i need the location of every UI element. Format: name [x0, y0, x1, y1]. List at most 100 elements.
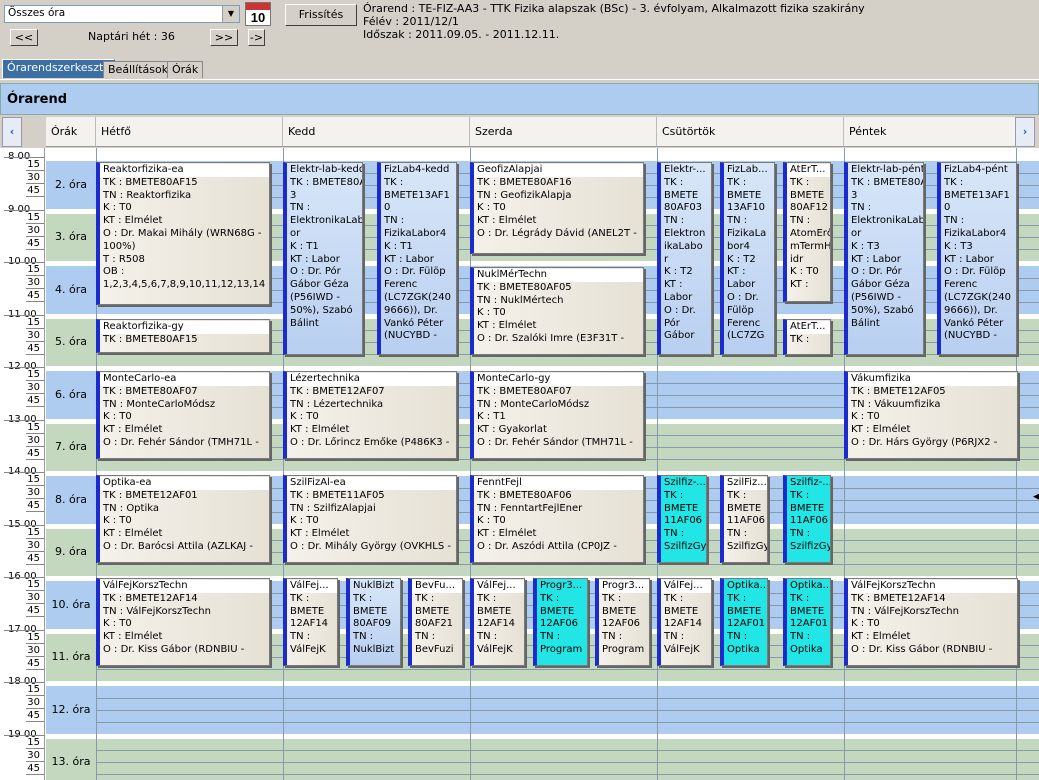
course-event[interactable]: Progr3... TK : BMETE 12AF06 TN : Program: [533, 578, 588, 666]
course-event[interactable]: BevFu... TK : BMETE 80AF21 TN : BevFuzi: [408, 578, 463, 666]
current-week-button[interactable]: ->: [248, 29, 265, 46]
course-event[interactable]: Elektr-lab-péntTK : BMETE80AF03TN :Elekt…: [844, 162, 924, 355]
course-title: VálFej...: [661, 580, 711, 593]
course-detail: BMETE: [790, 605, 825, 617]
course-detail: TN :: [790, 528, 811, 540]
hours-filter-select[interactable]: Összes óra ▼: [4, 5, 240, 23]
course-event[interactable]: Szilfiz-... TK : BMETE 11AF06 TN : SzilfizGy: [657, 475, 707, 563]
course-detail: TK :: [415, 592, 435, 604]
course-detail: Labor: [664, 291, 693, 303]
course-event[interactable]: VálFejKorszTechn TK : BMETE12AF14 TN : Vál…: [844, 578, 1018, 666]
tab-timetable-editor[interactable]: Órarendszerkesztő: [2, 59, 116, 78]
course-title: Szilfiz-...: [790, 477, 831, 488]
course-event[interactable]: SzilFiz... TK : BMETE 11AF06 TN : SzilfizGy: [720, 475, 768, 563]
tab-settings[interactable]: Beállítások: [103, 61, 174, 78]
tab-hours[interactable]: Órák: [167, 61, 204, 78]
course-detail: O : Dr. Lőrincz Emőke (P486K3 -: [290, 436, 450, 448]
course-event[interactable]: Progr3... TK : BMETE 12AF06 TN : Program: [595, 578, 650, 666]
chevron-down-icon[interactable]: ▼: [222, 6, 239, 22]
course-title: SzilFizAl-ea: [287, 477, 456, 490]
course-title: Progr3...: [540, 580, 583, 591]
course-event[interactable]: Optika-ea TK : BMETE12AF01 TN : Optika K : …: [96, 475, 270, 563]
course-event[interactable]: Optika... TK : BMETE 12AF01 TN : Optika: [783, 578, 831, 666]
course-detail: Bálint: [290, 317, 319, 329]
course-detail: O : Dr. Légrády Dávid (ANEL2T -: [477, 227, 637, 239]
page-title: Órarend: [0, 83, 1039, 115]
course-detail: TK :: [664, 489, 684, 501]
course-event[interactable]: VálFej... TK : BMETE 12AF14 TN : VálFejK: [657, 578, 712, 666]
course-event[interactable]: Lézertechnika TK : BMETE12AF07 TN : Lézert…: [283, 371, 457, 459]
course-event[interactable]: NuklMérTechn TK : BMETE80AF05 TN : NuklMér…: [470, 267, 644, 355]
course-event[interactable]: Reaktorfizika-gy TK : BMETE80AF15: [96, 319, 270, 353]
course-detail: O : Dr. Szalóki Imre (E3F31T -: [477, 332, 625, 344]
course-event[interactable]: MonteCarlo-ea TK : BMETE80AF07 TN : MonteC…: [96, 371, 270, 459]
course-detail: TN :: [353, 631, 374, 643]
course-event[interactable]: FizLab4-kedd TK : BMETE13AF1 0 TN : FizikaLab…: [377, 162, 457, 355]
course-detail: K : T0: [851, 411, 880, 423]
course-detail: K : T0: [790, 266, 819, 278]
course-event[interactable]: FizLab4-pént TK : BMETE13AF1 0 TN : FizikaLab…: [937, 162, 1017, 355]
course-event[interactable]: Vákumfizika TK : BMETE12AF05 TN : Vákuumfi…: [844, 371, 1018, 459]
course-event[interactable]: FizLab... TK : BMETE 13AF10 TN : FizikaLa bor4…: [720, 162, 775, 355]
course-event[interactable]: SzilFizAl-ea TK : BMETE11AF05 TN : Szilfiz…: [283, 475, 457, 563]
course-event[interactable]: VálFejKorszTechn TK : BMETE12AF14 TN : Vál…: [96, 578, 270, 666]
course-detail: Gábor Géza: [290, 279, 349, 291]
ora-label: 11. óra: [51, 650, 91, 664]
course-detail: 3: [290, 189, 297, 201]
course-detail: 12AF01: [727, 618, 766, 630]
header-wednesday: Szerda: [470, 117, 657, 147]
scroll-right-icon[interactable]: ›: [1015, 117, 1035, 147]
course-detail: TN : Vákuumfizika: [851, 398, 941, 410]
course-event[interactable]: FenntFejl TK : BMETE80AF06 TN : FenntartFe…: [470, 475, 644, 563]
ora-label: 4. óra: [55, 282, 87, 296]
course-detail: bor4: [727, 240, 750, 252]
course-detail: BMETE: [602, 605, 637, 617]
course-detail: KT : Elmélet: [290, 424, 350, 436]
course-event[interactable]: NuklBizt TK : BMETE 80AF09 TN : NuklBizt: [346, 578, 401, 666]
course-detail: TN : GeofizikAlapja: [477, 189, 572, 201]
scroll-left-icon[interactable]: ‹: [2, 117, 22, 147]
course-detail: O : Dr. Fehér Sándor (TMH71L -: [103, 436, 259, 448]
course-detail: BMETE: [790, 189, 825, 201]
course-detail: FizikaLabor4: [944, 227, 1007, 239]
next-week-button[interactable]: >>: [210, 29, 238, 46]
course-detail: 3: [851, 189, 858, 201]
ora-label: 5. óra: [55, 335, 87, 349]
course-detail: TN :: [664, 528, 685, 540]
course-event[interactable]: Elektr-... TK : BMETE 80AF03 TN : Elektron ika…: [657, 162, 712, 355]
course-detail: Labor: [727, 279, 756, 291]
course-event[interactable]: VálFej... TK : BMETE 12AF14 TN : VálFejK: [470, 578, 525, 666]
course-event[interactable]: AtErT... TK :: [783, 319, 831, 355]
course-event[interactable]: GeofizAlapjai TK : BMETE80AF16 TN : Geofiz…: [470, 162, 644, 254]
course-detail: TK :: [664, 176, 684, 188]
course-title: NuklMérTechn: [474, 269, 643, 282]
course-detail: Pór: [664, 317, 680, 329]
course-detail: 9666)), Dr.: [944, 304, 998, 316]
calendar-icon[interactable]: 10: [245, 2, 271, 26]
course-detail: TK : BMETE80AF07: [103, 385, 198, 397]
course-detail: O : Dr.: [727, 291, 759, 303]
course-detail: TK :: [790, 176, 810, 188]
course-detail: TN :: [727, 215, 748, 227]
course-detail: TN :: [415, 631, 436, 643]
course-detail: K : T0: [290, 411, 319, 423]
course-event[interactable]: Szilfiz-... TK : BMETE 11AF06 TN : SzilfizGy: [783, 475, 831, 563]
course-detail: TK : BMETE80AF0: [290, 176, 362, 188]
course-event[interactable]: Elektr-lab-keddTK : BMETE80AF03TN :Elekt…: [283, 162, 363, 355]
course-title: Progr3...: [599, 580, 649, 593]
prev-week-button[interactable]: <<: [10, 29, 38, 46]
course-event[interactable]: VálFej... TK : BMETE 12AF14 TN : VálFejK: [283, 578, 338, 666]
course-event[interactable]: Reaktorfizika-ea TK : BMETE80AF15 TN : Rea…: [96, 162, 270, 305]
course-detail: TN :: [477, 631, 498, 643]
course-event[interactable]: Optika... TK : BMETE 12AF01 TN : Optika: [720, 578, 768, 666]
refresh-button[interactable]: Frissítés: [285, 4, 357, 26]
course-title: Optika...: [790, 580, 831, 591]
course-detail: K : T1: [290, 240, 319, 252]
course-detail: K : T0: [477, 202, 506, 214]
course-detail: KT : Elmélet: [103, 424, 163, 436]
course-event[interactable]: MonteCarlo-gy TK : BMETE80AF07 TN : MonteC…: [470, 371, 644, 459]
course-detail: 11AF06: [790, 515, 829, 527]
course-event[interactable]: AtErT... TK : BMETE 80AF12 TN : AtomErő mTermH…: [783, 162, 831, 302]
course-detail: Ferenc: [727, 317, 761, 329]
course-detail: BMETE: [415, 605, 450, 617]
